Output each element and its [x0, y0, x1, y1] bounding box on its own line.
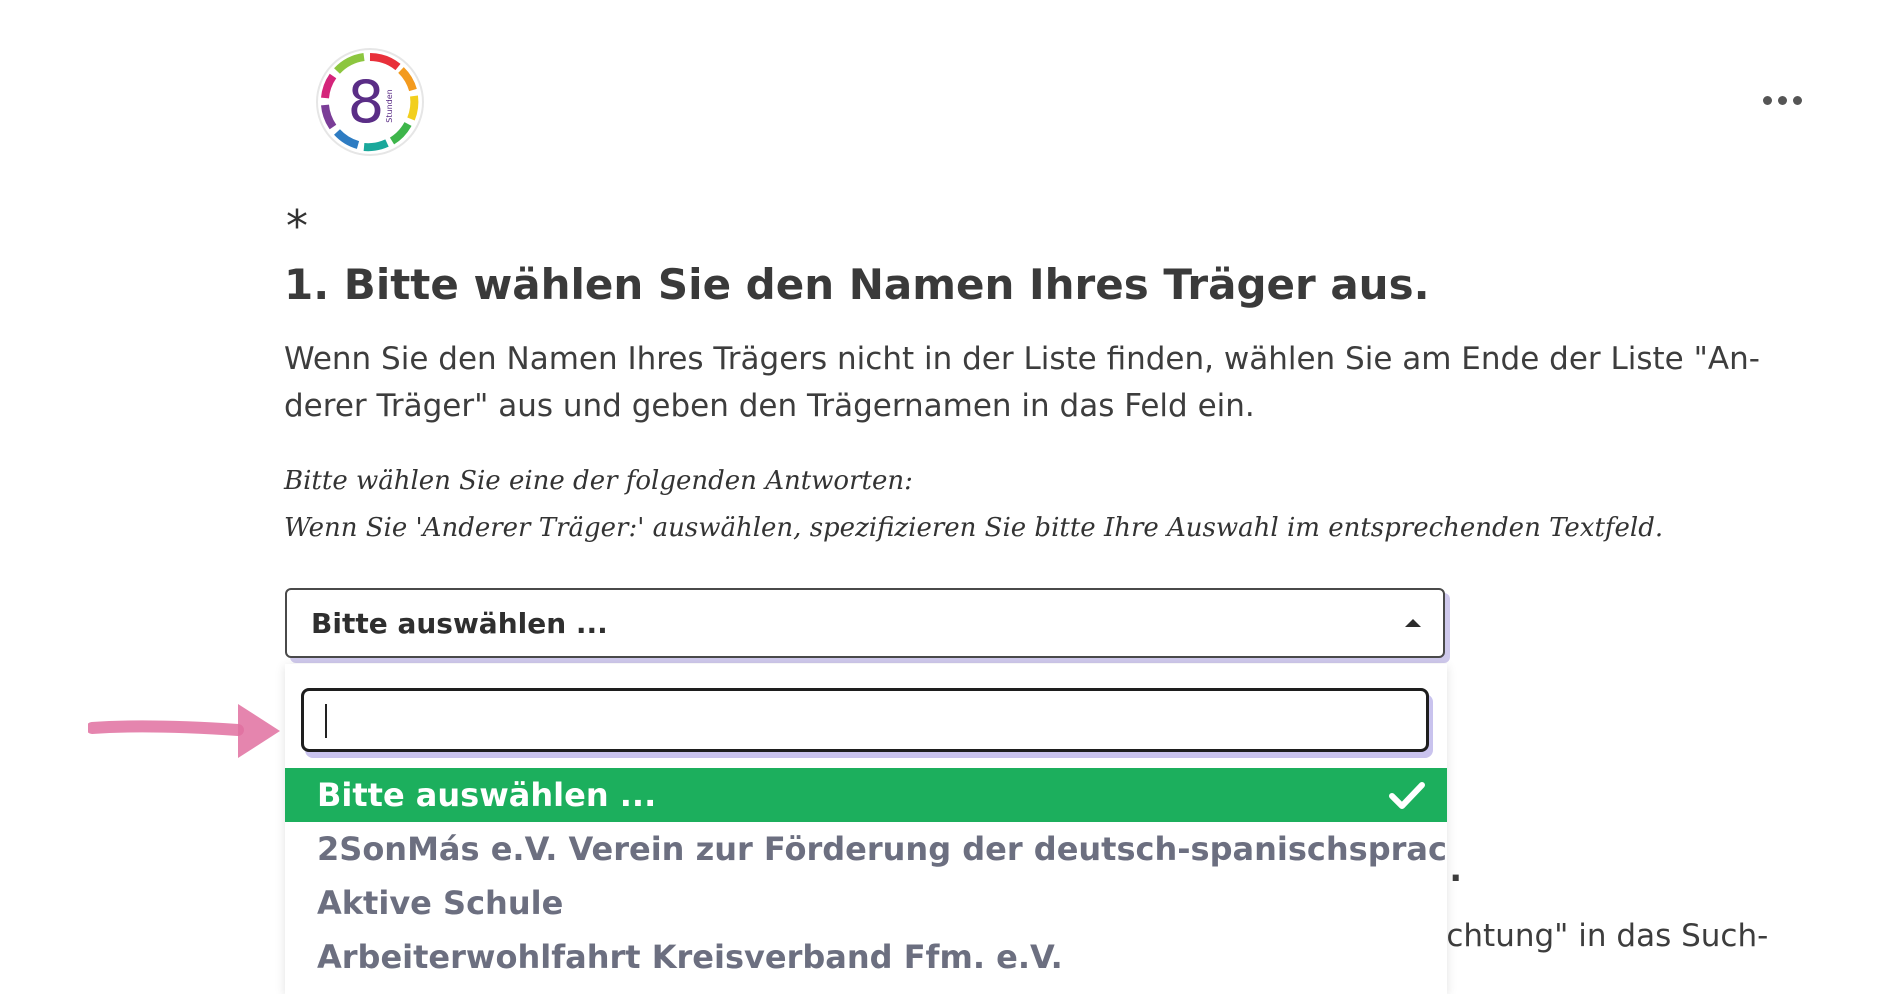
more-horizontal-icon — [1762, 95, 1772, 105]
question-help-line: derer Träger" aus und geben den Trägerna… — [284, 388, 1255, 424]
select-dropdown: Bitte auswählen ... 2SonMás e.V. Verein … — [285, 664, 1447, 994]
instruction-line: Wenn Sie 'Anderer Träger:' auswählen, sp… — [284, 513, 1664, 543]
logo: 8 Stunden — [312, 44, 428, 160]
caret-up-icon — [1405, 619, 1421, 627]
option-item[interactable]: 2SonMás e.V. Verein zur Förderung der de… — [285, 822, 1447, 876]
question-help-line: Wenn Sie den Namen Ihres Trägers nicht i… — [284, 341, 1760, 377]
answer-instructions: Bitte wählen Sie eine der folgenden Antw… — [284, 458, 1804, 552]
carrier-select[interactable]: Bitte auswählen ... — [285, 588, 1445, 658]
option-label: Aktive Schule — [317, 884, 564, 922]
option-label: Arbeiterwohlfahrt Kreisverband Ffm. e.V. — [317, 938, 1063, 976]
more-horizontal-icon-dot — [1792, 95, 1802, 105]
option-item-selected[interactable]: Bitte auswählen ... — [285, 768, 1447, 822]
option-label: 2SonMás e.V. Verein zur Förderung der de… — [317, 830, 1447, 868]
select-current-value: Bitte auswählen ... — [311, 606, 608, 640]
annotation-arrow-icon — [88, 704, 280, 758]
logo-ring: 8 Stunden — [316, 48, 424, 156]
more-options-button[interactable] — [1752, 80, 1812, 120]
options-list: Bitte auswählen ... 2SonMás e.V. Verein … — [285, 768, 1447, 984]
text-cursor — [325, 704, 327, 738]
more-horizontal-icon-dot — [1777, 95, 1787, 105]
option-label: Bitte auswählen ... — [317, 776, 657, 814]
next-question-help-fragment: richtung" in das Such- — [1425, 918, 1769, 954]
instruction-line: Bitte wählen Sie eine der folgenden Antw… — [284, 466, 913, 496]
dropdown-search-input[interactable] — [301, 688, 1429, 752]
question-title: 1. Bitte wählen Sie den Namen Ihres Träg… — [284, 260, 1430, 309]
question-help: Wenn Sie den Namen Ihres Trägers nicht i… — [284, 336, 1804, 430]
logo-word: Stunden — [385, 89, 394, 122]
check-icon — [1389, 782, 1425, 809]
option-item[interactable]: Arbeiterwohlfahrt Kreisverband Ffm. e.V. — [285, 930, 1447, 984]
logo-number: 8 — [348, 68, 385, 136]
option-item[interactable]: Aktive Schule — [285, 876, 1447, 930]
required-asterisk: * — [286, 201, 308, 252]
